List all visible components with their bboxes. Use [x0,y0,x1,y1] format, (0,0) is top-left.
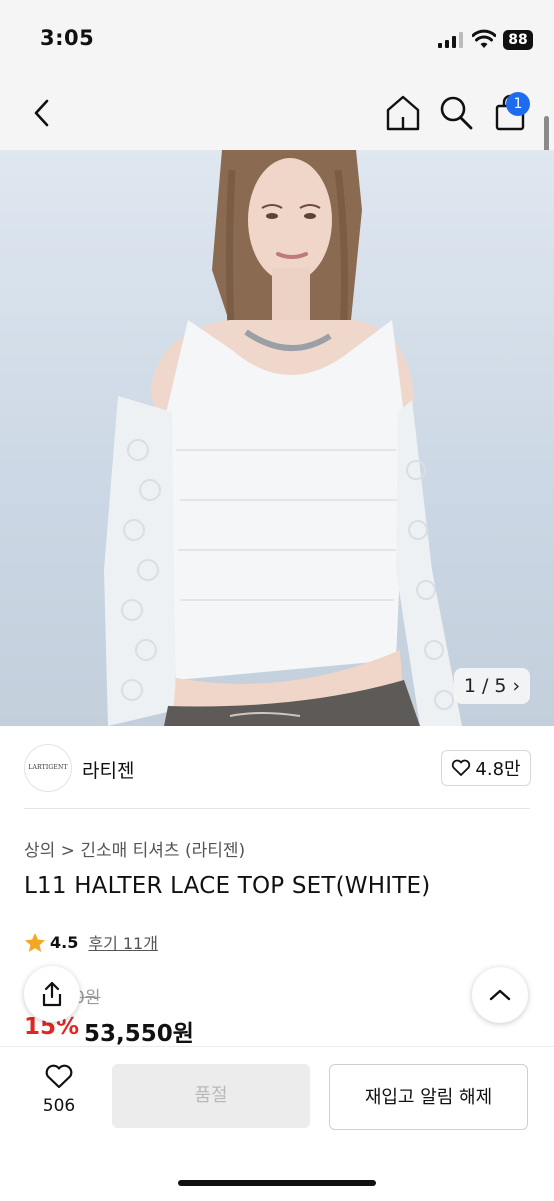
category-breadcrumb[interactable]: 상의 > 긴소매 티셔츠 (라티젠) [24,836,245,861]
home-indicator [178,1180,376,1186]
divider [24,808,530,809]
rating-value: 4.5 [50,932,79,952]
back-arrow-icon[interactable] [28,96,58,130]
chevron-up-icon [489,989,511,1001]
restock-alert-cancel-button[interactable]: 재입고 알림 해제 [329,1064,528,1130]
brand-logo[interactable]: LARTIGENT [24,744,72,792]
share-icon [42,981,62,1007]
wishlist-count: 506 [42,1096,76,1116]
image-pager[interactable]: 1 / 5 › [454,668,530,704]
wishlist-button[interactable]: 506 [40,1064,78,1116]
brand-like-count: 4.8만 [475,759,521,780]
chevron-right-icon: › [512,675,521,697]
rating-row: 4.5 후기 11개 [24,930,158,954]
brand-like-button[interactable]: 4.8만 [441,750,531,786]
product-title: L11 HALTER LACE TOP SET(WHITE) [24,873,431,899]
product-image[interactable] [0,150,554,726]
pager-text: 1 / 5 [463,675,507,697]
cart-count-badge: 1 [506,92,530,116]
heart-icon [45,1064,73,1089]
search-icon[interactable] [438,94,474,132]
battery-indicator: 88 [503,30,533,50]
share-button[interactable] [24,966,80,1022]
sale-price: 53,550원 [84,1021,194,1047]
sold-out-button[interactable]: 품절 [112,1064,310,1128]
home-icon[interactable] [384,93,422,133]
heart-icon [452,759,471,776]
star-icon [25,932,45,952]
brand-name[interactable]: 라티젠 [82,756,134,783]
scroll-to-top-button[interactable] [472,967,528,1023]
status-time: 3:05 [40,26,95,50]
product-photo-illustration [104,150,462,726]
cellular-signal-icon [438,32,463,48]
review-count-link[interactable]: 후기 11개 [88,930,158,954]
wifi-icon [472,29,496,48]
